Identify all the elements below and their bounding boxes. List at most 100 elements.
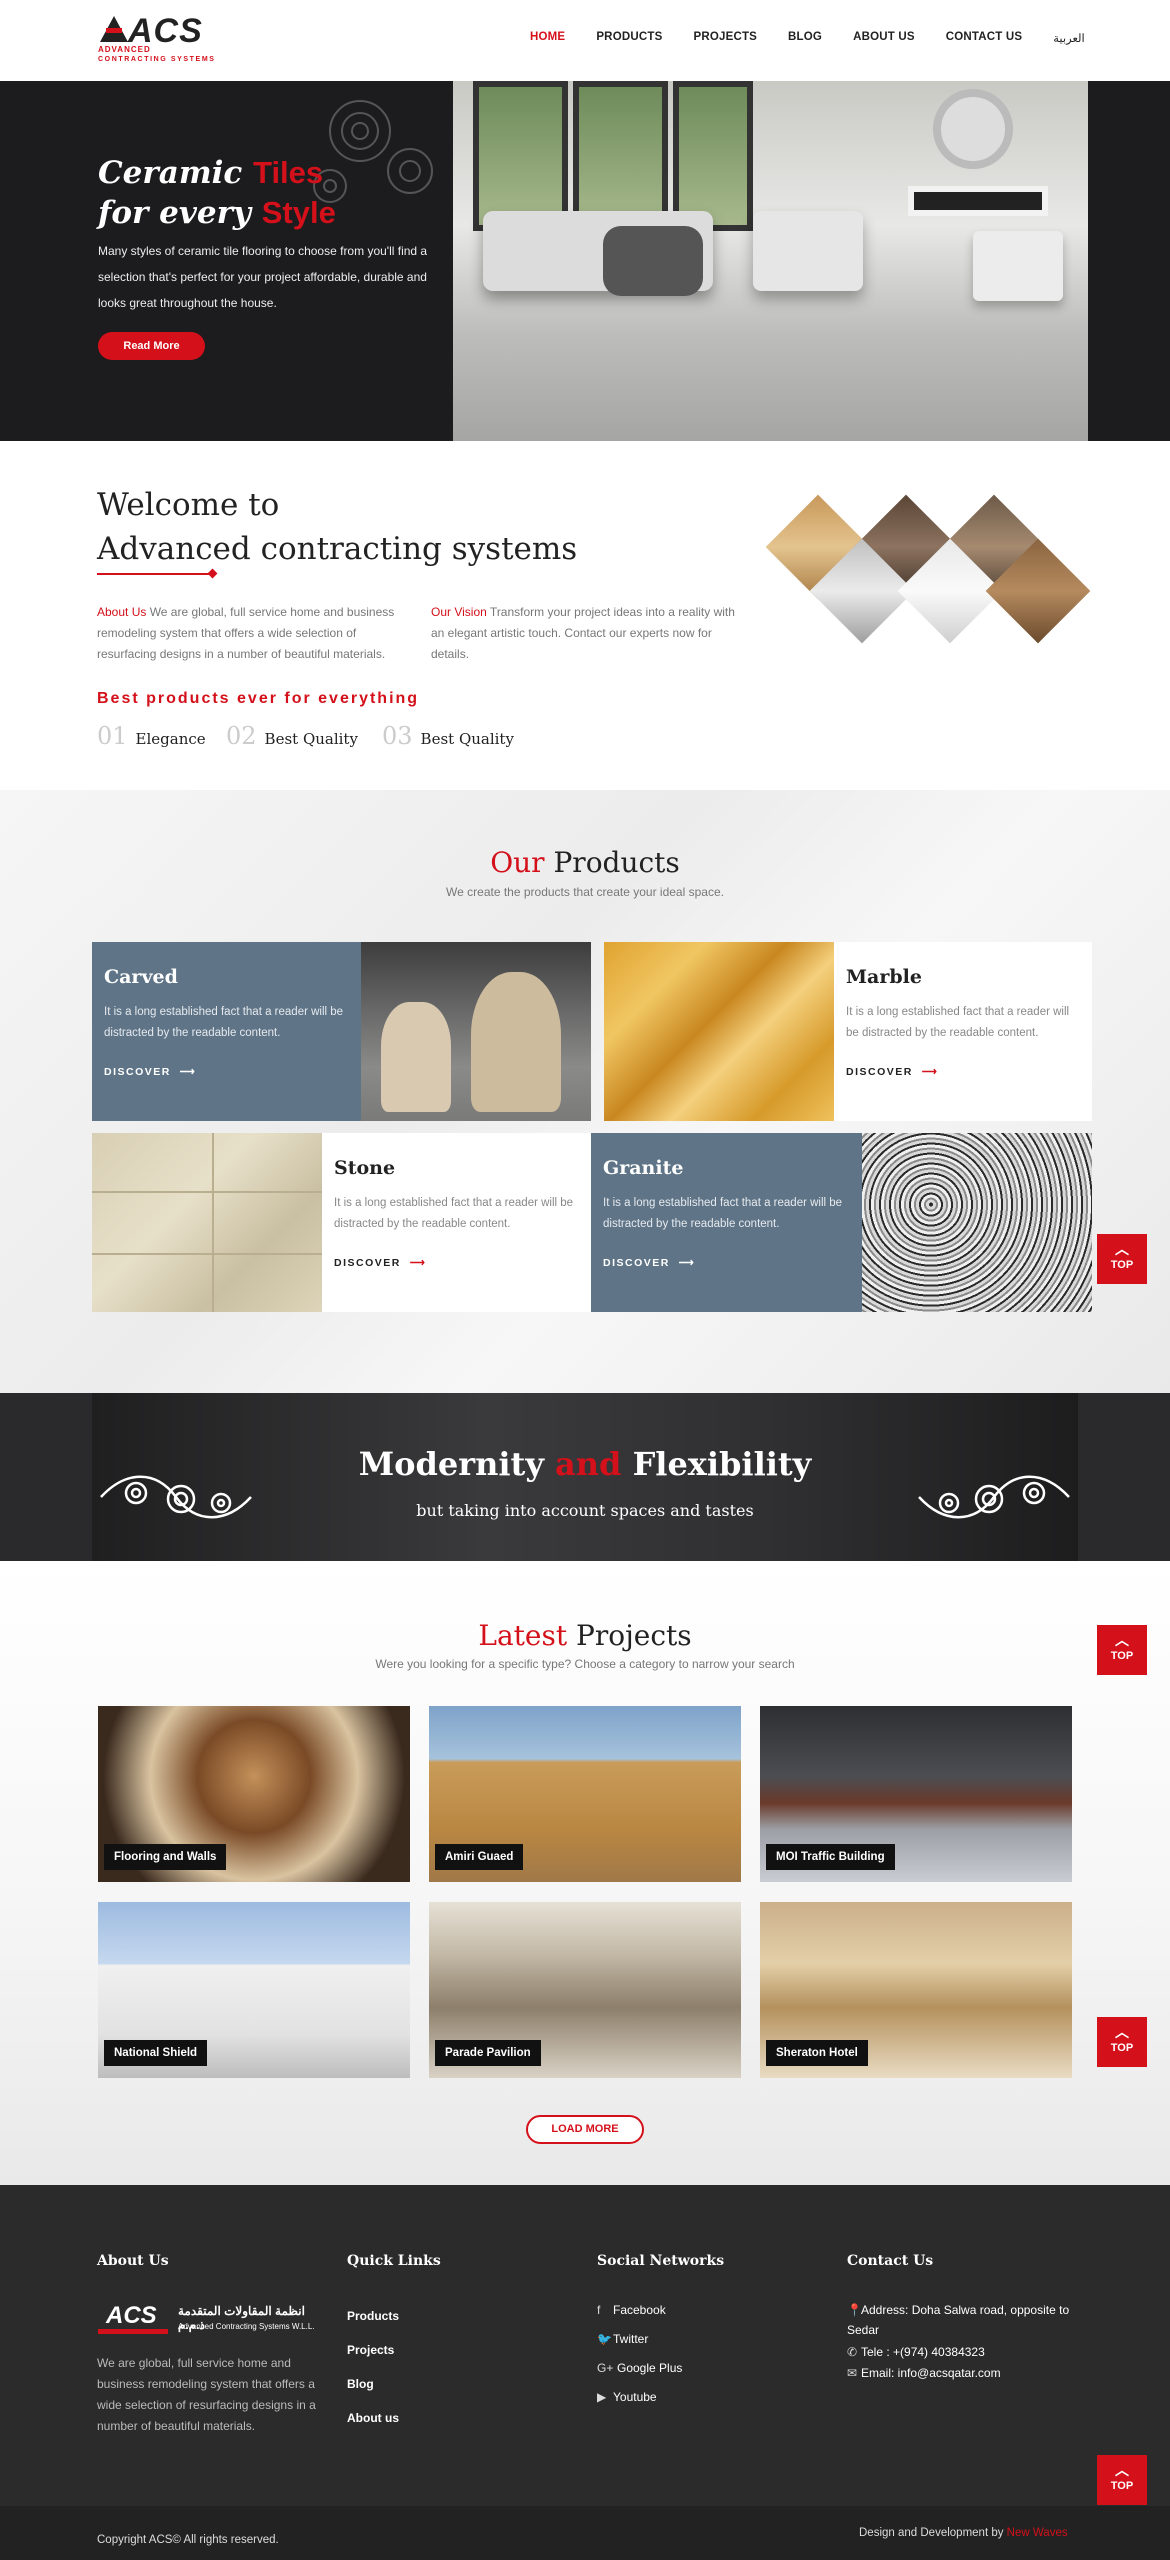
project-card[interactable]: Flooring and Walls [98,1706,410,1882]
about-us-text: About Us We are global, full service hom… [97,602,397,665]
hero-title-red1: Tiles [253,155,324,190]
footer-link-blog[interactable]: Blog [347,2377,374,2391]
modernity-title-part1: Modernity [358,1445,556,1483]
footer-logo-bar [98,2329,168,2334]
load-more-button[interactable]: LOAD MORE [526,2115,644,2144]
nav-arabic[interactable]: العربية [1053,31,1084,45]
contact-email[interactable]: ✉ Email: info@acsqatar.com [847,2363,1001,2383]
footer-link-products[interactable]: Products [347,2309,399,2323]
project-label: Sheraton Hotel [766,2040,868,2066]
nav-about-us[interactable]: ABOUT US [853,31,915,45]
product-text: Stone It is a long established fact that… [322,1133,591,1312]
feature-label: Best Quality [420,730,514,748]
chevron-up-icon: ︿ [1115,2462,1129,2478]
nav-projects[interactable]: PROJECTS [693,31,757,45]
project-card[interactable]: Parade Pavilion [429,1902,741,2078]
project-card[interactable]: National Shield [98,1902,410,2078]
discover-link[interactable]: DISCOVER ⟶ [104,1066,349,1078]
product-text: Carved It is a long established fact tha… [92,942,361,1121]
twitter-icon: 🐦 [597,2332,612,2346]
welcome-title-line1: Welcome to [97,487,280,523]
social-facebook[interactable]: f Facebook [597,2303,666,2317]
footer-logo[interactable]: ACS انظمة المقاولات المتقدمة ذ.م.م Advan… [98,2302,320,2336]
contact-address: 📍Address: Doha Salwa road, opposite to S… [847,2300,1077,2340]
chevron-up-icon: ︿ [1115,2024,1129,2040]
project-card[interactable]: Sheraton Hotel [760,1902,1072,2078]
hero-description: Many styles of ceramic tile flooring to … [98,244,428,310]
products-title: Our Products [0,846,1170,879]
window-image [673,81,753,231]
hero-title-red2: Style [261,195,336,230]
social-twitter[interactable]: 🐦Twitter [597,2332,648,2346]
copyright-text: Copyright ACS© All rights reserved. [97,2534,279,2546]
feature-item: 03 Best Quality [382,722,514,750]
facebook-icon: f [597,2303,601,2317]
product-name: Stone [334,1157,396,1179]
product-card-marble[interactable]: Marble It is a long established fact tha… [604,942,1092,1121]
welcome-title-line2: Advanced contracting systems [97,531,578,567]
hero-banner: Ceramic Tiles for every Style Many style… [0,81,1170,441]
footer-logo-english: Advanced Contracting Systems W.L.L. [178,2322,315,2331]
products-subtitle: We create the products that create your … [446,885,724,899]
project-card[interactable]: Amiri Guaed [429,1706,741,1882]
our-vision-label[interactable]: Our Vision [431,605,487,619]
social-youtube[interactable]: ▶ Youtube [597,2390,657,2404]
project-card[interactable]: MOI Traffic Building [760,1706,1072,1882]
header: ACS ADVANCED CONTRACTING SYSTEMS HOME PR… [0,0,1170,81]
footer-logo-text: ACS [106,2302,157,2329]
marble-image [604,942,834,1121]
products-title-rest: Products [544,846,680,879]
nav-home[interactable]: HOME [530,31,565,45]
read-more-button[interactable]: Read More [98,332,205,360]
design-company-link[interactable]: New Waves [1007,2527,1068,2539]
blanket-image [603,226,703,296]
phone-icon: ✆ [847,2345,858,2359]
project-label: Flooring and Walls [104,1844,227,1870]
products-title-red: Our [490,846,545,879]
material-diamonds-image [763,494,1091,644]
chevron-up-icon: ︿ [1115,1632,1129,1648]
discover-link[interactable]: DISCOVER ⟶ [334,1257,579,1269]
map-marker-icon: 📍 [847,2303,862,2317]
welcome-title: Welcome to Advanced contracting systems [97,483,577,571]
scroll-top-button[interactable]: ︿ TOP [1097,1625,1147,1675]
project-label: Amiri Guaed [435,1844,524,1870]
feature-number: 02 [226,722,257,750]
contact-phone[interactable]: ✆ Tele : +(974) 40384323 [847,2342,985,2362]
scroll-top-button[interactable]: ︿ TOP [1097,1234,1147,1284]
footer-link-about-us[interactable]: About us [347,2411,399,2425]
product-card-stone[interactable]: Stone It is a long established fact that… [92,1133,591,1312]
product-description: It is a long established fact that a rea… [334,1197,574,1230]
nav-blog[interactable]: BLOG [788,31,822,45]
envelope-icon: ✉ [847,2366,858,2380]
modernity-title: Modernity and Flexibility [0,1445,1170,1483]
product-text: Granite It is a long established fact th… [591,1133,862,1312]
design-credit-label: Design and Development by [859,2527,1007,2539]
discover-link[interactable]: DISCOVER ⟶ [846,1066,1080,1078]
about-us-label[interactable]: About Us [97,605,146,619]
logo-bar [106,28,122,33]
mirror-image [933,89,1013,169]
feature-item: 02 Best Quality [226,722,358,750]
product-card-granite[interactable]: Granite It is a long established fact th… [591,1133,1092,1312]
product-name: Marble [846,966,922,988]
social-google-plus[interactable]: G+ Google Plus [597,2361,682,2375]
modernity-subtitle: but taking into account spaces and taste… [416,1501,754,1520]
acs-logo[interactable]: ACS ADVANCED CONTRACTING SYSTEMS [98,12,216,68]
modernity-title-red: and [555,1445,622,1483]
footer-contact-title: Contact Us [847,2253,934,2269]
projects-title-red: Latest [478,1619,568,1652]
footer-link-projects[interactable]: Projects [347,2343,394,2357]
chevron-up-icon: ︿ [1115,1241,1129,1257]
scroll-top-button[interactable]: ︿ TOP [1097,2455,1147,2505]
feature-number: 03 [382,722,413,750]
product-card-carved[interactable]: Carved It is a long established fact tha… [92,942,591,1121]
nav-contact-us[interactable]: CONTACT US [946,31,1023,45]
discover-link[interactable]: DISCOVER ⟶ [603,1257,850,1269]
feature-label: Best Quality [264,730,358,748]
project-label: National Shield [104,2040,208,2066]
nav-products[interactable]: PRODUCTS [596,31,662,45]
scroll-top-button[interactable]: ︿ TOP [1097,2017,1147,2067]
armchair-image [973,231,1063,301]
footer-about-text: We are global, full service home and bus… [97,2356,316,2433]
